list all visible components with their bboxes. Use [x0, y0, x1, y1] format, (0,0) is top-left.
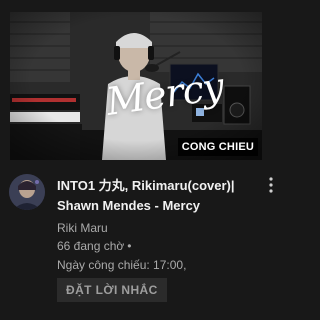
video-card: Mercy CONG CHIEU INTO1 力丸, Rikimaru(cove…: [0, 0, 283, 320]
waiting-count: 66 đang chờ •: [57, 239, 131, 253]
premiere-time: Ngày công chiếu: 17:00,: [57, 258, 187, 272]
more-options-icon[interactable]: [263, 174, 279, 196]
video-thumbnail[interactable]: Mercy CONG CHIEU: [10, 12, 262, 160]
avatar-image: [9, 174, 45, 210]
set-reminder-button[interactable]: ĐẶT LỜI NHẮC: [57, 278, 167, 302]
channel-name[interactable]: Riki Maru: [57, 221, 108, 235]
channel-avatar[interactable]: [9, 174, 45, 210]
video-title[interactable]: INTO1 力丸, Rikimaru(cover)| Shawn Mendes …: [57, 176, 267, 216]
separator-dot: •: [127, 239, 132, 253]
waiting-count-text: 66 đang chờ: [57, 239, 125, 253]
premiere-badge: CONG CHIEU: [177, 138, 258, 156]
